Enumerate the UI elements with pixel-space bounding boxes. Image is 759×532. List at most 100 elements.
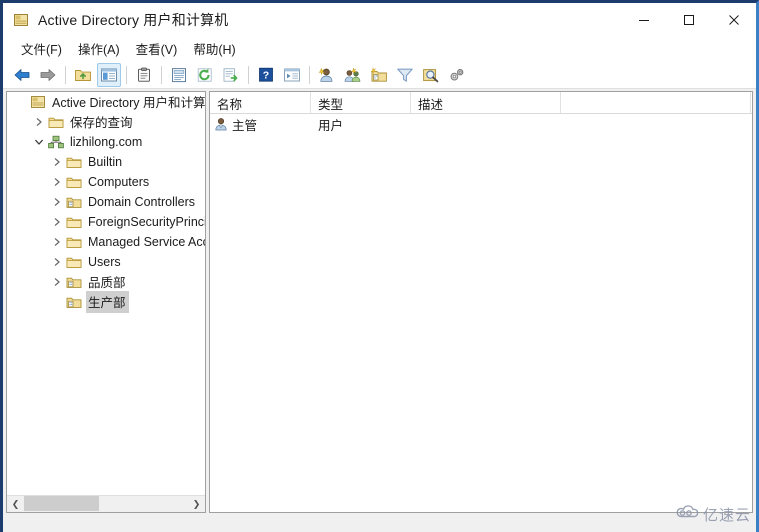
maximize-button[interactable]	[666, 3, 711, 36]
new-user-icon[interactable]	[315, 63, 339, 87]
find-icon[interactable]	[419, 63, 443, 87]
column-header-description[interactable]: 描述	[411, 92, 561, 113]
back-icon[interactable]	[10, 63, 34, 87]
list-cell-type: 用户	[318, 118, 344, 133]
tree-node-quality-dept[interactable]: 品质部	[7, 272, 205, 292]
chevron-right-icon[interactable]	[31, 112, 47, 132]
tree-node-label: 品质部	[88, 276, 126, 290]
properties-icon[interactable]	[132, 63, 156, 87]
tree-node-label: Managed Service Acco	[88, 234, 205, 249]
folder-icon	[65, 174, 83, 190]
toolbar-separator	[161, 65, 162, 84]
tree-node-label: Domain Controllers	[88, 194, 195, 209]
tree-node-users[interactable]: Users	[7, 252, 205, 272]
toolbar: ?	[3, 61, 756, 89]
tree-node-builtin[interactable]: Builtin	[7, 152, 205, 172]
list-body: 主管 用户	[210, 114, 752, 134]
toolbar-separator	[248, 65, 249, 84]
tree-node-label: Active Directory 用户和计算机	[52, 96, 205, 110]
refresh-icon[interactable]	[193, 63, 217, 87]
tree-node-domain[interactable]: lizhilong.com	[7, 132, 205, 152]
document-properties-icon[interactable]	[167, 63, 191, 87]
list-column-headers: 名称 类型 描述	[210, 92, 752, 114]
tree-node-label: Builtin	[88, 154, 123, 169]
menu-bar: 文件(F) 操作(A) 查看(V) 帮助(H)	[3, 36, 756, 61]
console-tree: Active Directory 用户和计算机保存的查询 lizhilong.co…	[7, 92, 205, 495]
window-title: Active Directory 用户和计算机	[38, 11, 229, 28]
new-group-icon[interactable]	[341, 63, 365, 87]
application-window: Active Directory 用户和计算机 文件(F) 操作(A) 查看(V…	[0, 0, 759, 532]
chevron-right-icon[interactable]: ❯	[188, 496, 205, 512]
tree-horizontal-scrollbar[interactable]: ❮ ❯	[7, 495, 205, 512]
window-controls	[621, 3, 756, 36]
settings-icon[interactable]	[445, 63, 469, 87]
tree-node-label: Users	[88, 254, 121, 269]
chevron-right-icon[interactable]	[49, 232, 65, 252]
tree-node-label: lizhilong.com	[70, 134, 143, 149]
scrollbar-thumb[interactable]	[24, 496, 99, 511]
tree-node-saved-queries[interactable]: 保存的查询	[7, 112, 205, 132]
menu-help[interactable]: 帮助(H)	[185, 36, 243, 61]
help-icon[interactable]: ?	[254, 63, 278, 87]
tree-node-computers[interactable]: Computers	[7, 172, 205, 192]
tree-node-root[interactable]: Active Directory 用户和计算机	[7, 92, 205, 112]
tree-node-label: Computers	[88, 174, 150, 189]
chevron-down-icon[interactable]	[31, 132, 47, 152]
console-icon	[29, 94, 47, 110]
column-header-name[interactable]: 名称	[210, 92, 311, 113]
chevron-right-icon[interactable]	[49, 172, 65, 192]
filter-icon[interactable]	[393, 63, 417, 87]
chevron-left-icon[interactable]: ❮	[7, 496, 24, 512]
chevron-right-icon[interactable]	[49, 152, 65, 172]
ou-icon	[65, 294, 83, 310]
chevron-right-icon[interactable]	[49, 212, 65, 232]
chevron-right-icon[interactable]	[49, 252, 65, 272]
minimize-button[interactable]	[621, 3, 666, 36]
svg-text:?: ?	[263, 69, 269, 81]
folder-icon	[65, 234, 83, 250]
toolbar-separator	[65, 65, 66, 84]
console-view-icon[interactable]	[280, 63, 304, 87]
list-cell-name: 主管	[214, 115, 315, 134]
domain-icon	[47, 134, 65, 150]
chevron-right-icon[interactable]	[49, 272, 65, 292]
column-header-type[interactable]: 类型	[311, 92, 411, 113]
up-one-level-icon[interactable]	[71, 63, 95, 87]
menu-action[interactable]: 操作(A)	[70, 36, 128, 61]
forward-icon[interactable]	[36, 63, 60, 87]
close-button[interactable]	[711, 3, 756, 36]
tree-node-label: 保存的查询	[70, 116, 133, 130]
folder-icon	[65, 154, 83, 170]
user-icon	[214, 117, 232, 131]
tree-node-production-dept[interactable]: 生产部	[7, 291, 205, 313]
show-hide-tree-icon[interactable]	[97, 62, 121, 87]
tree-node-managed-service-accounts[interactable]: Managed Service Acco	[7, 232, 205, 252]
tree-node-label: 生产部	[86, 291, 129, 313]
title-bar[interactable]: Active Directory 用户和计算机	[3, 3, 756, 36]
tree-node-domain-controllers[interactable]: Domain Controllers	[7, 192, 205, 212]
list-cell-name-text: 主管	[232, 118, 258, 133]
folder-icon	[65, 214, 83, 230]
new-ou-icon[interactable]	[367, 63, 391, 87]
console-tree-pane[interactable]: Active Directory 用户和计算机保存的查询 lizhilong.co…	[6, 91, 206, 513]
details-list-pane[interactable]: 名称 类型 描述 主管 用户	[209, 91, 753, 513]
console-icon	[13, 12, 29, 28]
chevron-right-icon[interactable]	[49, 192, 65, 212]
menu-file[interactable]: 文件(F)	[13, 36, 70, 61]
folder-icon	[47, 114, 65, 130]
toolbar-separator	[309, 65, 310, 84]
export-list-icon[interactable]	[219, 63, 243, 87]
content-area: Active Directory 用户和计算机保存的查询 lizhilong.co…	[3, 89, 756, 515]
tree-node-label: ForeignSecurityPrincipa	[88, 214, 205, 229]
column-header-spacer[interactable]	[561, 92, 751, 113]
folder-icon	[65, 254, 83, 270]
ou-icon	[65, 274, 83, 290]
toolbar-separator	[126, 65, 127, 84]
list-item[interactable]: 主管 用户	[210, 114, 752, 134]
menu-view[interactable]: 查看(V)	[128, 36, 186, 61]
tree-node-foreign-security-principals[interactable]: ForeignSecurityPrincipa	[7, 212, 205, 232]
ou-icon	[65, 194, 83, 210]
scrollbar-track[interactable]	[24, 496, 188, 512]
